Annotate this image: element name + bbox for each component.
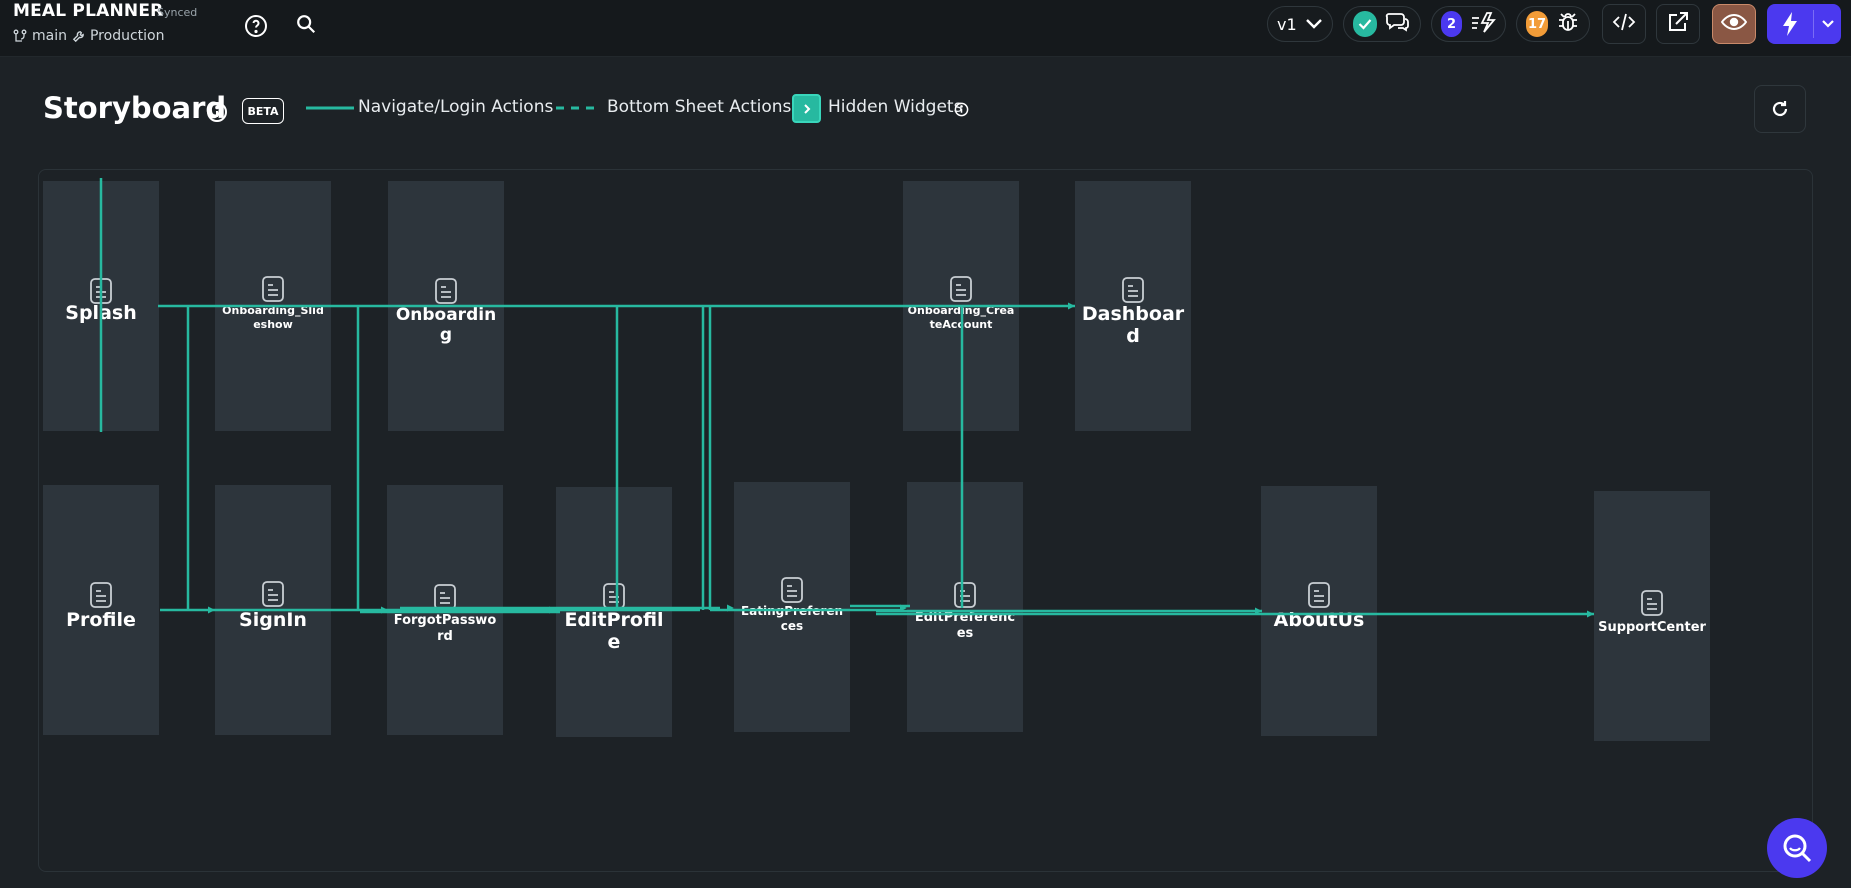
page-label: Dashboard xyxy=(1081,302,1185,347)
environment-name: Production xyxy=(89,28,165,44)
page-icon xyxy=(433,583,457,611)
info-icon[interactable] xyxy=(205,100,229,124)
validation-pill[interactable] xyxy=(1343,6,1421,42)
page-label: ForgotPassword xyxy=(393,612,497,644)
search-icon[interactable] xyxy=(292,10,320,38)
page-label: EditProfile xyxy=(564,608,664,653)
page-label: EatingPreferences xyxy=(740,604,844,633)
page-icon xyxy=(602,582,626,610)
branch-info[interactable]: main Production xyxy=(13,28,164,44)
lightning-icon xyxy=(1767,4,1813,44)
legend-navigate: Navigate/Login Actions xyxy=(358,97,554,117)
legend-hidden-widgets: Hidden Widgets xyxy=(828,97,963,117)
check-icon xyxy=(1353,11,1377,37)
notifications-pill[interactable]: 2 xyxy=(1431,6,1506,42)
branch-icon xyxy=(13,29,27,43)
version-selector[interactable]: v1 xyxy=(1267,6,1333,42)
page-icon xyxy=(434,277,458,305)
chevron-down-icon xyxy=(1305,15,1323,34)
page-label: Onboarding_CreateAccount xyxy=(907,303,1015,331)
issues-pill[interactable]: 17 xyxy=(1516,6,1590,42)
page-label: Onboarding_Slideshow xyxy=(222,303,324,331)
branch-name: main xyxy=(32,28,67,44)
project-name: MEAL PLANNER xyxy=(13,1,164,21)
solid-line-legend-icon xyxy=(306,106,354,110)
page-label: AboutUs xyxy=(1273,608,1365,631)
notifications-count: 2 xyxy=(1441,11,1462,37)
refresh-icon xyxy=(1772,101,1788,117)
search-help-button[interactable] xyxy=(1767,818,1827,878)
page-icon xyxy=(1121,276,1145,304)
wrench-icon xyxy=(72,30,85,43)
bug-icon xyxy=(1556,10,1580,38)
version-label: v1 xyxy=(1277,14,1297,34)
external-link-icon xyxy=(1666,10,1690,38)
page-label: SignIn xyxy=(239,608,307,631)
eye-icon xyxy=(1720,12,1748,36)
dashed-line-legend-icon xyxy=(556,106,596,110)
chevron-down-icon[interactable] xyxy=(1814,4,1841,44)
page-title: Storyboard xyxy=(43,91,227,125)
page-icon xyxy=(1307,581,1331,609)
help-icon[interactable] xyxy=(242,12,270,40)
info-icon[interactable] xyxy=(953,101,969,117)
page-label: Splash xyxy=(65,301,137,324)
comments-icon[interactable] xyxy=(1385,10,1411,38)
issues-count: 17 xyxy=(1526,11,1548,37)
beta-badge: BETA xyxy=(242,98,284,124)
preview-button[interactable] xyxy=(1712,4,1756,44)
search-icon xyxy=(1783,834,1812,863)
code-view-button[interactable] xyxy=(1602,4,1646,44)
sync-status: Synced xyxy=(157,6,198,19)
hidden-widgets-toggle[interactable] xyxy=(792,94,821,123)
page-icon xyxy=(780,576,804,604)
code-icon xyxy=(1612,12,1636,36)
page-icon xyxy=(261,275,285,303)
page-icon xyxy=(89,581,113,609)
top-bar: MEAL PLANNER Synced main Production v1 2 xyxy=(0,0,1851,57)
refresh-button[interactable] xyxy=(1754,85,1806,133)
page-label: EditPreferences xyxy=(914,609,1016,641)
page-label: Onboarding xyxy=(395,304,497,345)
lightning-list-icon xyxy=(1470,11,1496,37)
page-label: SupportCenter xyxy=(1598,619,1706,635)
chevron-right-icon xyxy=(803,103,810,114)
page-icon xyxy=(261,580,285,608)
legend-bottom-sheet: Bottom Sheet Actions xyxy=(607,97,792,117)
page-icon xyxy=(953,581,977,609)
page-icon xyxy=(1640,589,1664,617)
open-new-window-button[interactable] xyxy=(1656,4,1700,44)
page-icon xyxy=(949,275,973,303)
page-label: Profile xyxy=(66,608,136,631)
run-button[interactable] xyxy=(1767,4,1841,44)
